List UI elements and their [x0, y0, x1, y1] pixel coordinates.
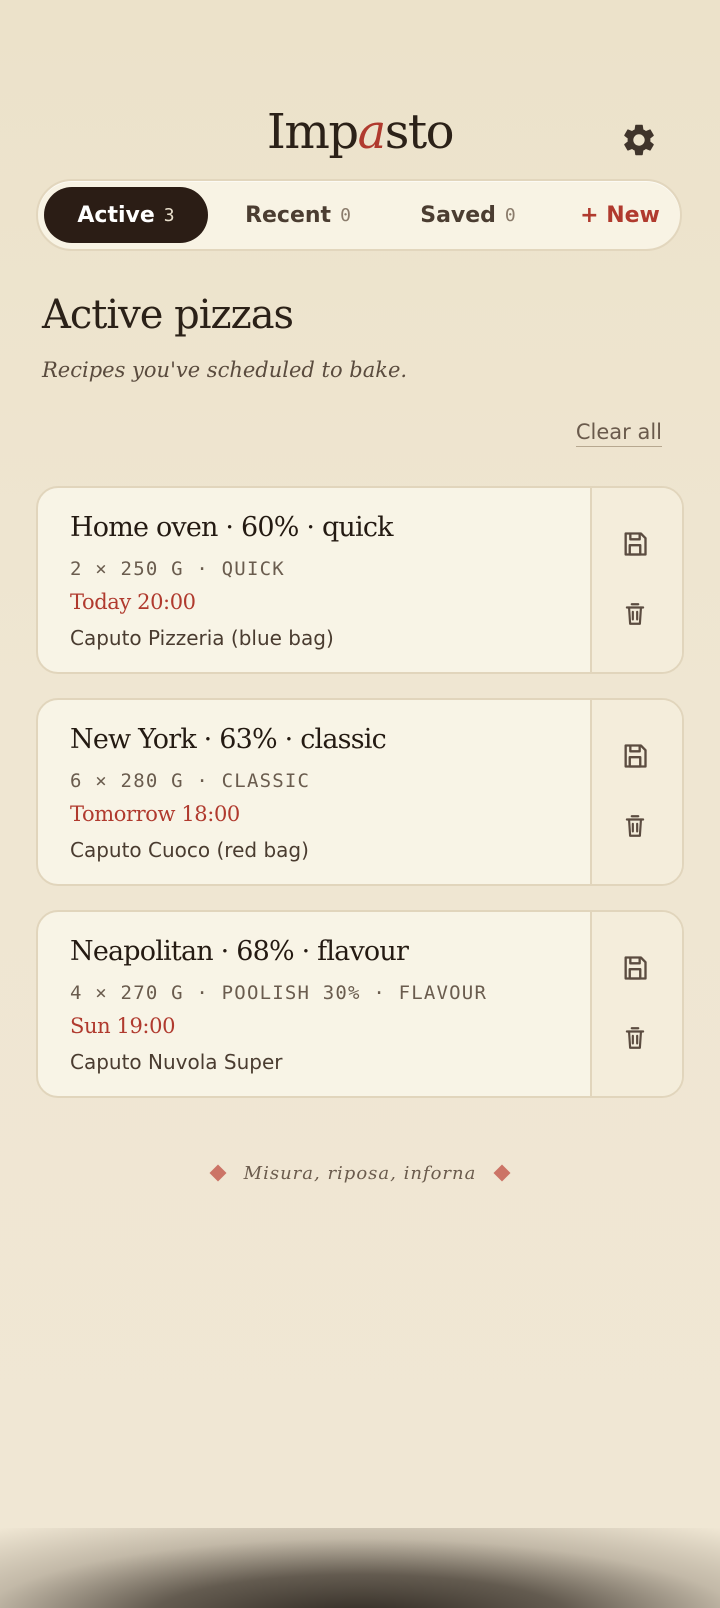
pizza-card[interactable]: Neapolitan · 68% · flavour 4 × 270 G · P…	[36, 910, 684, 1098]
pizza-scheduled-time: Sun 19:00	[70, 1014, 176, 1038]
new-pizza-button[interactable]: + New	[570, 187, 670, 243]
footer-motto: Misura, riposa, inforna	[243, 1162, 477, 1184]
pizza-card-actions	[590, 700, 682, 884]
floppy-disk-icon	[624, 744, 647, 768]
floppy-disk-icon	[624, 532, 647, 556]
pizza-flour: Caputo Pizzeria (blue bag)	[70, 626, 334, 650]
pizza-title: New York · 63% · classic	[70, 724, 387, 755]
page-title: Active pizzas	[42, 292, 294, 338]
tab-saved-count: 0	[504, 204, 516, 226]
pizza-title: Neapolitan · 68% · flavour	[70, 936, 409, 967]
page-subtitle: Recipes you've scheduled to bake.	[42, 358, 408, 382]
diamond-ornament-icon	[209, 1164, 227, 1182]
pizza-specs: 6 × 280 G · CLASSIC	[70, 770, 311, 792]
tab-active-count: 3	[163, 204, 175, 226]
pizza-flour: Caputo Nuvola Super	[70, 1050, 283, 1074]
tab-recent-label: Recent	[245, 202, 332, 228]
app-title: Impasto	[0, 106, 720, 158]
delete-button[interactable]	[617, 1020, 653, 1056]
pizza-title: Home oven · 60% · quick	[70, 512, 394, 543]
pizza-specs: 4 × 270 G · POOLISH 30% · FLAVOUR	[70, 982, 488, 1004]
save-button[interactable]	[617, 950, 653, 986]
pizza-card[interactable]: New York · 63% · classic 6 × 280 G · CLA…	[36, 698, 684, 886]
delete-button[interactable]	[617, 596, 653, 632]
tab-saved-label: Saved	[420, 202, 496, 228]
gear-icon	[624, 124, 654, 156]
tab-saved[interactable]: Saved 0	[408, 187, 528, 243]
pizza-card-body[interactable]: Neapolitan · 68% · flavour 4 × 270 G · P…	[38, 912, 592, 1096]
save-button[interactable]	[617, 526, 653, 562]
diamond-ornament-icon	[493, 1164, 511, 1182]
pizza-card-actions	[590, 912, 682, 1096]
footer: Misura, riposa, inforna	[0, 1158, 720, 1188]
app-title-start: Imp	[266, 104, 359, 160]
app-header: Impasto	[0, 96, 720, 168]
tab-recent[interactable]: Recent 0	[236, 187, 360, 243]
pizza-scheduled-time: Today 20:00	[70, 590, 196, 614]
pizza-flour: Caputo Cuoco (red bag)	[70, 838, 309, 862]
delete-button[interactable]	[617, 808, 653, 844]
trash-icon	[625, 603, 645, 625]
pizza-card-body[interactable]: New York · 63% · classic 6 × 280 G · CLA…	[38, 700, 592, 884]
pizza-card[interactable]: Home oven · 60% · quick 2 × 250 G · QUIC…	[36, 486, 684, 674]
tab-bar: Active 3 Recent 0 Saved 0 + New	[36, 179, 682, 251]
save-button[interactable]	[617, 738, 653, 774]
app-title-accent: a	[357, 104, 387, 160]
app-title-end: sto	[384, 104, 455, 160]
tab-recent-count: 0	[340, 204, 351, 226]
tab-active[interactable]: Active 3	[44, 187, 208, 243]
tab-active-label: Active	[77, 202, 155, 228]
floppy-disk-icon	[624, 956, 647, 980]
settings-button[interactable]	[620, 121, 658, 159]
pizza-specs: 2 × 250 G · QUICK	[70, 558, 285, 580]
trash-icon	[625, 1027, 645, 1049]
pizza-card-actions	[590, 488, 682, 672]
trash-icon	[625, 815, 645, 837]
clear-all-button[interactable]: Clear all	[575, 420, 662, 447]
pizza-scheduled-time: Tomorrow 18:00	[70, 802, 240, 826]
pizza-card-body[interactable]: Home oven · 60% · quick 2 × 250 G · QUIC…	[38, 488, 592, 672]
bottom-shadow	[0, 1528, 720, 1608]
